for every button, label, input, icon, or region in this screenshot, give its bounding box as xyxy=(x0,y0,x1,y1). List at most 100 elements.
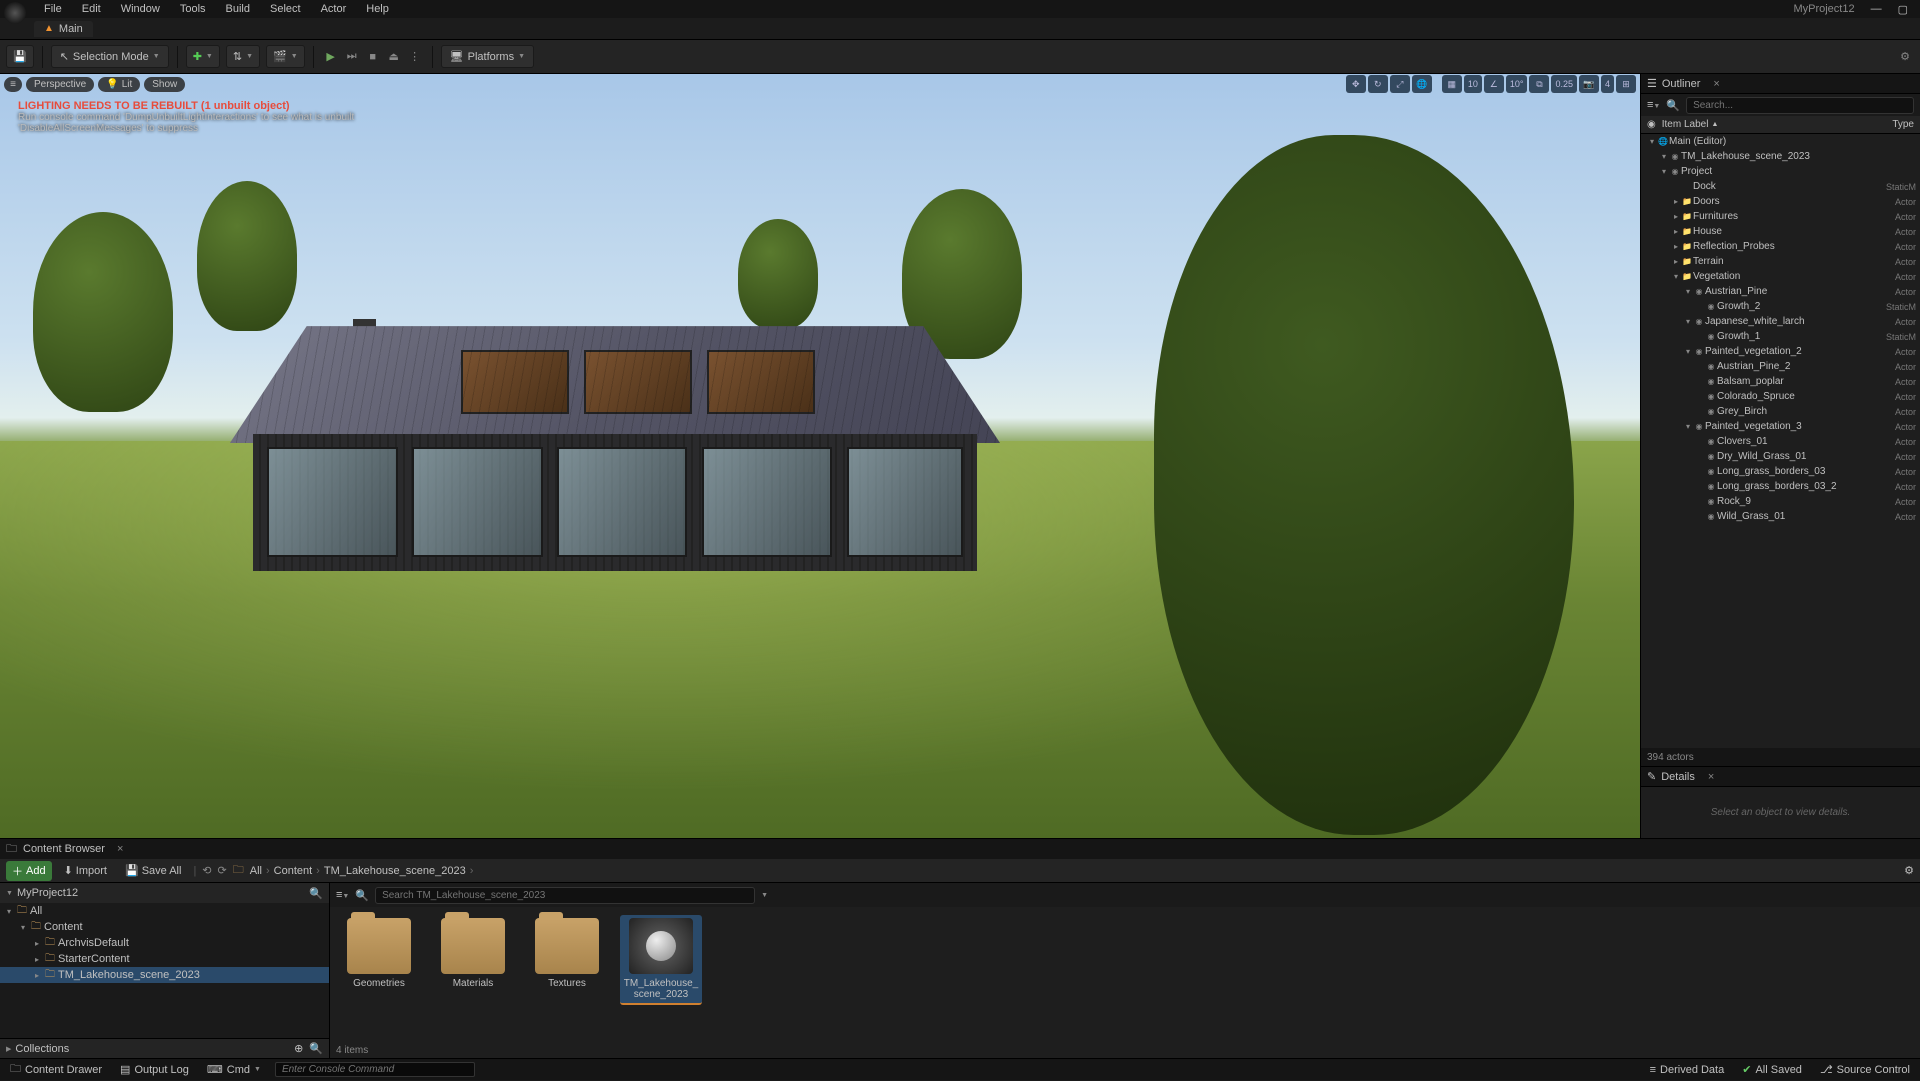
breadcrumb-all[interactable]: All xyxy=(250,865,262,877)
asset-item[interactable]: TM_Lakehouse_scene_2023 xyxy=(620,915,702,1005)
outliner-row[interactable]: ◉Balsam_poplarActor xyxy=(1641,374,1920,389)
add-button[interactable]: ＋Add xyxy=(6,861,52,881)
menu-select[interactable]: Select xyxy=(260,1,311,17)
menu-help[interactable]: Help xyxy=(356,1,399,17)
menu-actor[interactable]: Actor xyxy=(311,1,357,17)
settings-icon[interactable]: ⚙ xyxy=(1896,48,1914,66)
outliner-row[interactable]: ▸📁HouseActor xyxy=(1641,224,1920,239)
save-all-button[interactable]: 💾Save All xyxy=(119,862,187,879)
selection-mode-button[interactable]: ↖ Selection Mode ▼ xyxy=(51,45,169,68)
filter-icon[interactable]: ≡▼ xyxy=(1647,99,1660,111)
camera-speed-button[interactable]: 📷 xyxy=(1579,75,1599,93)
rotate-gizmo-button[interactable]: ↻ xyxy=(1368,75,1388,93)
close-icon[interactable]: × xyxy=(1708,771,1714,783)
outliner-row[interactable]: ▾◉Project xyxy=(1641,164,1920,179)
menu-build[interactable]: Build xyxy=(216,1,260,17)
grid-snap-value[interactable]: 10 xyxy=(1464,75,1482,93)
cinematics-button[interactable]: 🎬▼ xyxy=(266,45,305,68)
all-saved-button[interactable]: ✔All Saved xyxy=(1738,1061,1806,1078)
camera-speed-value[interactable]: 4 xyxy=(1601,75,1614,93)
viewport-3d-canvas[interactable] xyxy=(0,74,1640,838)
breadcrumb-current[interactable]: TM_Lakehouse_scene_2023 xyxy=(324,865,466,877)
outliner-row[interactable]: ▸📁TerrainActor xyxy=(1641,254,1920,269)
scale-snap-button[interactable]: ⧉ xyxy=(1529,75,1549,93)
outliner-row[interactable]: ▾◉Painted_vegetation_2Actor xyxy=(1641,344,1920,359)
outliner-row[interactable]: ◉Grey_BirchActor xyxy=(1641,404,1920,419)
outliner-search-input[interactable] xyxy=(1686,97,1914,114)
outliner-row[interactable]: ◉Growth_1StaticM xyxy=(1641,329,1920,344)
outliner-tree[interactable]: ▾🌐Main (Editor)▾◉TM_Lakehouse_scene_2023… xyxy=(1641,134,1920,748)
outliner-row[interactable]: ▾📁VegetationActor xyxy=(1641,269,1920,284)
grid-snap-button[interactable]: ▦ xyxy=(1442,75,1462,93)
derived-data-button[interactable]: ≡Derived Data xyxy=(1646,1062,1729,1078)
sources-caret[interactable]: ▼ xyxy=(6,890,13,897)
menu-edit[interactable]: Edit xyxy=(72,1,111,17)
platforms-button[interactable]: 🖥 Platforms ▼ xyxy=(441,45,534,68)
window-maximize-icon[interactable]: ▢ xyxy=(1890,3,1916,16)
angle-snap-value[interactable]: 10° xyxy=(1506,75,1528,93)
outliner-row[interactable]: ▾◉TM_Lakehouse_scene_2023 xyxy=(1641,149,1920,164)
search-icon[interactable]: 🔍 xyxy=(309,887,323,900)
menu-tools[interactable]: Tools xyxy=(170,1,216,17)
asset-item[interactable]: Textures xyxy=(526,915,608,1005)
close-icon[interactable]: × xyxy=(1713,78,1719,90)
outliner-row[interactable]: ◉Clovers_01Actor xyxy=(1641,434,1920,449)
outliner-row[interactable]: ◉Colorado_SpruceActor xyxy=(1641,389,1920,404)
settings-icon[interactable]: ⚙ xyxy=(1904,864,1914,877)
window-minimize-icon[interactable]: ― xyxy=(1863,3,1890,15)
column-type[interactable]: Type xyxy=(1892,119,1914,130)
outliner-row[interactable]: ◉Dry_Wild_Grass_01Actor xyxy=(1641,449,1920,464)
marketplace-button[interactable]: ⇅▼ xyxy=(226,45,260,68)
source-control-button[interactable]: ⎇Source Control xyxy=(1816,1061,1914,1078)
outliner-row[interactable]: ◉Austrian_Pine_2Actor xyxy=(1641,359,1920,374)
outliner-row[interactable]: ▸📁FurnituresActor xyxy=(1641,209,1920,224)
outliner-row[interactable]: ▾🌐Main (Editor) xyxy=(1641,134,1920,149)
history-back-button[interactable]: ⟲ xyxy=(202,864,211,877)
source-tree-row[interactable]: ▾🗀All xyxy=(0,903,329,919)
play-button[interactable]: ▶ xyxy=(322,48,340,66)
source-tree-row[interactable]: ▸🗀StarterContent xyxy=(0,951,329,967)
output-log-button[interactable]: ▤Output Log xyxy=(116,1061,193,1078)
close-icon[interactable]: × xyxy=(117,843,123,855)
viewport-maximize-button[interactable]: ⊞ xyxy=(1616,75,1636,93)
outliner-row[interactable]: ◉Rock_9Actor xyxy=(1641,494,1920,509)
translate-gizmo-button[interactable]: ✥ xyxy=(1346,75,1366,93)
assets-search-input[interactable] xyxy=(375,887,755,904)
folder-icon[interactable]: 🗀 xyxy=(233,861,244,880)
outliner-row[interactable]: ▸📁DoorsActor xyxy=(1641,194,1920,209)
level-tab-main[interactable]: ▲ Main xyxy=(34,21,93,37)
cmd-button[interactable]: ⌨Cmd▼ xyxy=(203,1061,265,1078)
source-tree-row[interactable]: ▾🗀Content xyxy=(0,919,329,935)
outliner-row[interactable]: ◉Growth_2StaticM xyxy=(1641,299,1920,314)
app-logo-icon[interactable] xyxy=(4,2,26,24)
outliner-row[interactable]: ▾◉Austrian_PineActor xyxy=(1641,284,1920,299)
column-item-label[interactable]: Item Label xyxy=(1662,119,1709,130)
source-tree-row[interactable]: ▸🗀TM_Lakehouse_scene_2023 xyxy=(0,967,329,983)
console-command-input[interactable] xyxy=(275,1062,475,1077)
viewport-options-button[interactable]: ≡ xyxy=(4,77,22,92)
menu-file[interactable]: File xyxy=(34,1,72,17)
asset-item[interactable]: Geometries xyxy=(338,915,420,1005)
search-icon[interactable]: 🔍 xyxy=(309,1042,323,1055)
scale-gizmo-button[interactable]: ⤢ xyxy=(1390,75,1410,93)
outliner-row[interactable]: ◉Long_grass_borders_03_2Actor xyxy=(1641,479,1920,494)
viewport-lit-button[interactable]: 💡Lit xyxy=(98,77,140,92)
outliner-row[interactable]: ◉Wild_Grass_01Actor xyxy=(1641,509,1920,524)
content-drawer-button[interactable]: 🗀Content Drawer xyxy=(6,1058,106,1081)
breadcrumb-content[interactable]: Content xyxy=(274,865,313,877)
outliner-row[interactable]: ▾◉Japanese_white_larchActor xyxy=(1641,314,1920,329)
eject-button[interactable]: ⏏ xyxy=(385,48,403,66)
stop-button[interactable]: ■ xyxy=(364,48,382,66)
viewport-perspective-button[interactable]: Perspective xyxy=(26,77,94,92)
add-collection-icon[interactable]: ⊕ xyxy=(294,1042,303,1055)
import-button[interactable]: ⬇Import xyxy=(58,862,113,879)
angle-snap-button[interactable]: ∠ xyxy=(1484,75,1504,93)
source-tree-row[interactable]: ▸🗀ArchvisDefault xyxy=(0,935,329,951)
scale-snap-value[interactable]: 0.25 xyxy=(1551,75,1577,93)
assets-grid[interactable]: GeometriesMaterialsTexturesTM_Lakehouse_… xyxy=(330,907,1920,1042)
viewport-show-button[interactable]: Show xyxy=(144,77,185,92)
search-options-icon[interactable]: ▼ xyxy=(761,892,768,899)
history-forward-button[interactable]: ⟳ xyxy=(218,864,227,877)
save-button[interactable]: 💾 xyxy=(6,45,34,68)
coord-space-button[interactable]: 🌐 xyxy=(1412,75,1432,93)
